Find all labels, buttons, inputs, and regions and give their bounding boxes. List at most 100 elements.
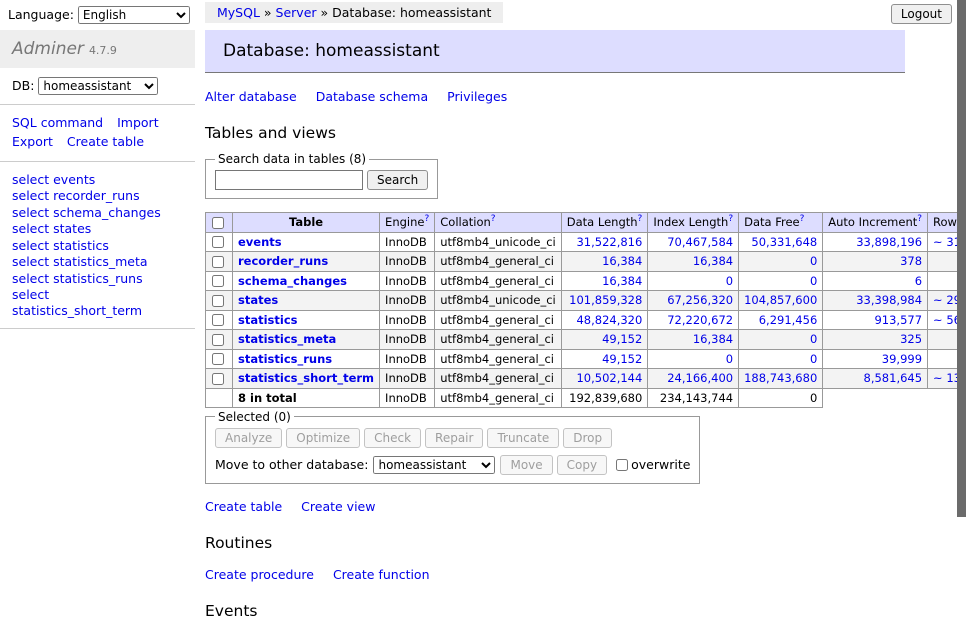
sidebar-link-sql-command[interactable]: SQL command	[12, 114, 103, 133]
index-length-link[interactable]: 16,384	[693, 332, 733, 346]
table-name-link[interactable]: recorder_runs	[238, 254, 328, 268]
data-free-link[interactable]: 6,291,456	[759, 313, 818, 327]
col-header-engine: Engine?	[380, 213, 435, 233]
doc-help-link[interactable]: ?	[728, 214, 733, 224]
doc-help-link[interactable]: ?	[638, 214, 643, 224]
db-link-database-schema[interactable]: Database schema	[316, 89, 428, 104]
data-length-link[interactable]: 49,152	[602, 352, 642, 366]
auto-increment-link[interactable]: 8,581,645	[864, 371, 923, 385]
data-free-link[interactable]: 188,743,680	[744, 371, 817, 385]
sidebar-table-link-select-states[interactable]: select states	[12, 221, 183, 237]
sidebar-table-link-select-statistics-short-term[interactable]: select statistics_short_term	[12, 287, 183, 318]
data-free-link[interactable]: 0	[810, 274, 817, 288]
table-name-link[interactable]: statistics	[238, 313, 298, 327]
row-checkbox[interactable]	[212, 236, 224, 248]
logout-button[interactable]: Logout	[891, 4, 952, 24]
data-free-link[interactable]: 0	[810, 254, 817, 268]
row-checkbox[interactable]	[212, 334, 224, 346]
data-free-link[interactable]: 0	[810, 352, 817, 366]
index-length-link[interactable]: 72,220,672	[667, 313, 733, 327]
row-checkbox[interactable]	[212, 275, 224, 287]
breadcrumb-link-server[interactable]: Server	[276, 5, 317, 20]
table-row: statistics_short_termInnoDButf8mb4_gener…	[206, 369, 966, 389]
auto-increment-link[interactable]: 39,999	[882, 352, 922, 366]
data-free-link[interactable]: 104,857,600	[744, 293, 817, 307]
auto-increment-cell: 33,398,984	[823, 291, 928, 311]
bulk-repair-button: Repair	[425, 428, 483, 448]
name-cell: schema_changes	[233, 271, 380, 291]
sidebar-table-link-select-statistics-meta[interactable]: select statistics_meta	[12, 254, 183, 270]
data-free-link[interactable]: 0	[810, 332, 817, 346]
auto-increment-link[interactable]: 33,398,984	[856, 293, 922, 307]
db-selector-row: DB:homeassistant	[0, 68, 195, 105]
row-checkbox[interactable]	[212, 295, 224, 307]
db-link-alter-database[interactable]: Alter database	[205, 89, 297, 104]
table-name-link[interactable]: statistics_meta	[238, 332, 336, 346]
table-header-row: TableEngine?Collation?Data Length?Index …	[206, 213, 966, 233]
data-free-link[interactable]: 50,331,648	[751, 235, 817, 249]
index-length-link[interactable]: 70,467,584	[667, 235, 733, 249]
index-length-link[interactable]: 0	[726, 352, 733, 366]
search-button[interactable]: Search	[367, 170, 428, 190]
data-free-cell: 0	[739, 330, 823, 350]
data-free-cell: 188,743,680	[739, 369, 823, 389]
auto-increment-link[interactable]: 33,898,196	[856, 235, 922, 249]
row-checkbox[interactable]	[212, 373, 224, 385]
sidebar-table-link-select-statistics-runs[interactable]: select statistics_runs	[12, 271, 183, 287]
routine-link-create-procedure[interactable]: Create procedure	[205, 567, 314, 582]
bottom-link-create-table[interactable]: Create table	[205, 499, 282, 514]
data-length-link[interactable]: 16,384	[602, 274, 642, 288]
row-checkbox[interactable]	[212, 353, 224, 365]
auto-increment-link[interactable]: 378	[900, 254, 922, 268]
auto-increment-link[interactable]: 6	[915, 274, 922, 288]
data-length-link[interactable]: 31,522,816	[576, 235, 642, 249]
table-name-link[interactable]: statistics_runs	[238, 352, 332, 366]
search-input[interactable]	[215, 170, 363, 190]
table-name-link[interactable]: states	[238, 293, 278, 307]
index-length-link[interactable]: 24,166,400	[667, 371, 733, 385]
vertical-scrollbar[interactable]	[957, 0, 966, 517]
bulk-analyze-button: Analyze	[215, 428, 282, 448]
data-length-link[interactable]: 101,859,328	[569, 293, 642, 307]
data-length-link[interactable]: 16,384	[602, 254, 642, 268]
index-length-link[interactable]: 0	[726, 274, 733, 288]
table-name-link[interactable]: schema_changes	[238, 274, 347, 288]
sidebar-table-link-select-schema-changes[interactable]: select schema_changes	[12, 205, 183, 221]
language-select[interactable]: English	[78, 6, 190, 24]
move-db-select[interactable]: homeassistant	[373, 456, 495, 474]
doc-help-link[interactable]: ?	[424, 214, 429, 224]
sidebar-table-link-select-recorder-runs[interactable]: select recorder_runs	[12, 188, 183, 204]
blank-cell	[823, 388, 928, 407]
index-length-link[interactable]: 16,384	[693, 254, 733, 268]
bulk-truncate-button: Truncate	[487, 428, 559, 448]
selected-legend: Selected (0)	[215, 410, 294, 424]
auto-increment-link[interactable]: 913,577	[874, 313, 922, 327]
sidebar-link-import[interactable]: Import	[117, 114, 159, 133]
table-name-link[interactable]: statistics_short_term	[238, 371, 374, 385]
sidebar-link-create-table[interactable]: Create table	[67, 133, 144, 152]
breadcrumb-link-mysql[interactable]: MySQL	[217, 5, 260, 20]
row-checkbox[interactable]	[212, 256, 224, 268]
db-link-privileges[interactable]: Privileges	[447, 89, 507, 104]
sidebar-table-link-select-statistics[interactable]: select statistics	[12, 238, 183, 254]
doc-help-link[interactable]: ?	[800, 214, 805, 224]
data-length-link[interactable]: 48,824,320	[576, 313, 642, 327]
data-length-link[interactable]: 10,502,144	[576, 371, 642, 385]
index-length-cell: 234,143,744	[648, 388, 739, 407]
doc-help-link[interactable]: ?	[917, 214, 922, 224]
overwrite-checkbox[interactable]	[616, 459, 628, 471]
index-length-link[interactable]: 67,256,320	[667, 293, 733, 307]
row-checkbox[interactable]	[212, 314, 224, 326]
auto-increment-link[interactable]: 325	[900, 332, 922, 346]
select-all-checkbox[interactable]	[212, 217, 224, 229]
routine-link-create-function[interactable]: Create function	[333, 567, 430, 582]
sidebar-table-link-select-events[interactable]: select events	[12, 172, 183, 188]
bottom-link-create-view[interactable]: Create view	[301, 499, 375, 514]
table-name-link[interactable]: events	[238, 235, 282, 249]
data-length-link[interactable]: 49,152	[602, 332, 642, 346]
table-row: statesInnoDButf8mb4_unicode_ci101,859,32…	[206, 291, 966, 311]
doc-help-link[interactable]: ?	[491, 214, 496, 224]
db-select[interactable]: homeassistant	[38, 77, 158, 95]
sidebar-link-export[interactable]: Export	[12, 133, 53, 152]
engine-cell: InnoDB	[380, 388, 435, 407]
